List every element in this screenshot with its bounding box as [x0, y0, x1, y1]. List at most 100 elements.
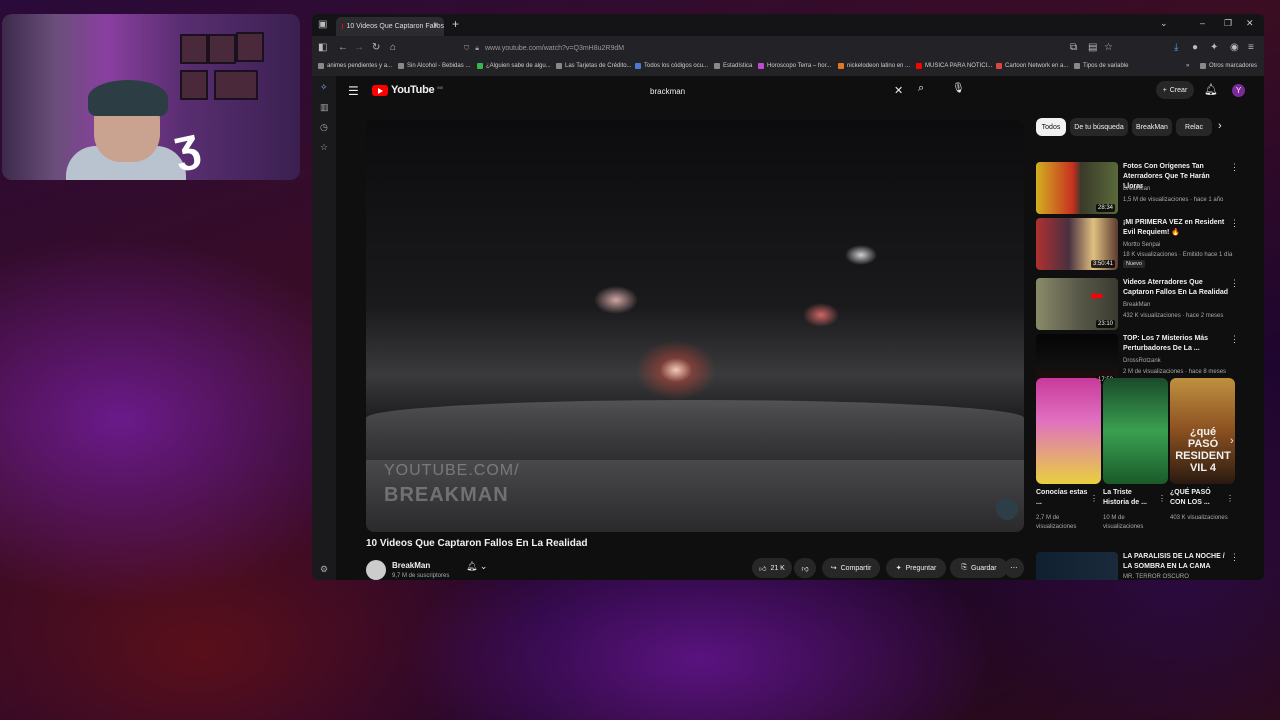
chevron-right-icon[interactable]: ›	[1218, 120, 1222, 132]
video-meta: 2 M de visualizaciones · hace 8 meses	[1123, 369, 1227, 375]
youtube-logo[interactable]: YouTube MX	[372, 84, 443, 96]
recommended-video[interactable]: LA PARALISIS DE LA NOCHE / LA SOMBRA EN …	[1036, 552, 1236, 580]
bookmark-item[interactable]: Las Tarjetas de Crédito...	[556, 63, 632, 69]
short-overlay-text: ¿qué PASÓ RESIDENT VIL 4	[1175, 426, 1231, 474]
extension-icon[interactable]: ●	[1192, 42, 1198, 53]
short-title: Conocías estas ...	[1036, 489, 1088, 506]
bookmark-item[interactable]: nickelodeon latino en ...	[838, 63, 910, 69]
youtube-play-icon	[372, 84, 388, 96]
tab-list-chevron-icon[interactable]: ⌄	[1160, 18, 1168, 29]
ai-assistant-icon[interactable]: ✧	[320, 82, 328, 93]
bookmark-item[interactable]: MUSICA PARA NOTICI...	[916, 63, 992, 69]
other-bookmarks[interactable]: Otros marcadores	[1200, 63, 1257, 69]
chip-all[interactable]: Todos	[1036, 118, 1066, 136]
sidebar-toggle-icon[interactable]: ◧	[318, 42, 327, 53]
more-options-icon[interactable]: ⋮	[1090, 494, 1098, 503]
site-icon	[1074, 63, 1080, 69]
more-options-icon[interactable]: ⋮	[1226, 494, 1234, 503]
back-icon[interactable]: ←	[338, 42, 348, 53]
wall-frame	[214, 70, 258, 100]
hamburger-menu-icon[interactable]: ☰	[348, 84, 359, 98]
wall-frame	[180, 34, 208, 64]
more-options-icon[interactable]: ⋮	[1230, 334, 1239, 345]
browser-window: ▣ 10 Videos Que Captaron Fallos ✕ + ⌄ – …	[312, 14, 1264, 580]
tab-active[interactable]: 10 Videos Que Captaron Fallos ✕	[336, 17, 444, 36]
microphone-icon[interactable]: 🎙︎	[952, 83, 965, 94]
short-thumbnail[interactable]	[1103, 378, 1168, 484]
ask-button[interactable]: ✦ Preguntar	[886, 558, 946, 578]
more-options-icon[interactable]: ⋮	[1230, 218, 1239, 229]
bookmark-item[interactable]: Cartoon Network en a...	[996, 63, 1068, 69]
like-button[interactable]: 👍︎ 21 K	[752, 558, 792, 578]
close-window-icon[interactable]: ✕	[1246, 18, 1254, 29]
sparkle-icon: ✦	[895, 565, 902, 572]
reader-icon[interactable]: ▤	[1088, 42, 1097, 53]
bookmark-item[interactable]: Tipos de variable	[1074, 63, 1128, 69]
settings-gear-icon[interactable]: ⚙	[320, 564, 328, 575]
search-icon[interactable]: ⌕	[918, 82, 934, 98]
chip-related[interactable]: Relac	[1176, 118, 1212, 136]
dislike-button[interactable]: 👎︎	[794, 558, 816, 578]
chip-from-search[interactable]: De tu búsqueda	[1070, 118, 1128, 136]
restore-icon[interactable]: ❐	[1224, 18, 1232, 29]
forward-icon[interactable]: →	[354, 42, 364, 53]
history-icon[interactable]: ◷	[320, 122, 328, 133]
short-thumbnail[interactable]	[1036, 378, 1101, 484]
share-label: Compartir	[840, 564, 872, 572]
video-channel: BreakMan	[1123, 302, 1151, 308]
close-tab-icon[interactable]: ✕	[432, 21, 439, 30]
bookmark-item[interactable]: animes pendientes y a...	[318, 63, 392, 69]
save-button[interactable]: ⎘ Guardar	[950, 558, 1008, 578]
bookmark-star-icon[interactable]: ☆	[1104, 42, 1113, 53]
reload-icon[interactable]: ↻	[372, 42, 380, 53]
recommended-video[interactable]: 28:34 Fotos Con Orígenes Tan Aterradores…	[1036, 162, 1239, 214]
bookmark-item[interactable]: Todos los códigos ocu...	[635, 63, 708, 69]
youtube-header: ☰ YouTube MX brackman ✕ ⌕ 🎙︎ + Crear 🔔︎ Y	[336, 76, 1264, 106]
address-bar[interactable]: ⛉ 🔒︎ www.youtube.com/watch?v=Q3mH8u2R9dM	[460, 40, 1100, 57]
bookmarks-icon[interactable]: ☆	[320, 142, 328, 153]
clear-search-icon[interactable]: ✕	[894, 84, 903, 97]
bookmark-item[interactable]: Estadística	[714, 63, 752, 69]
country-code: MX	[437, 84, 444, 90]
lock-icon[interactable]: 🔒︎	[475, 45, 479, 53]
create-button[interactable]: + Crear	[1156, 81, 1194, 99]
notifications-bell-icon[interactable]: 🔔︎	[1204, 83, 1218, 96]
home-icon[interactable]: ⌂	[390, 42, 396, 53]
share-button[interactable]: ↪ Compartir	[822, 558, 880, 578]
download-icon[interactable]: ⤓	[1174, 42, 1178, 53]
subscription-bell-icon[interactable]: 🔔︎ ⌄	[466, 561, 487, 572]
search-input[interactable]: brackman	[644, 81, 910, 101]
more-options-icon[interactable]: ⋮	[1230, 552, 1236, 563]
new-tab-icon[interactable]: +	[452, 17, 459, 31]
wall-frame	[208, 34, 236, 64]
bookmark-item[interactable]: Sin Alcohol - Bebidas ...	[398, 63, 470, 69]
bookmarks-overflow-icon[interactable]: »	[1186, 63, 1189, 69]
more-actions-button[interactable]: ⋯	[1004, 558, 1024, 578]
bookmark-icon: ⎘	[961, 564, 967, 571]
short-thumbnail[interactable]: ¿qué PASÓ RESIDENT VIL 4	[1170, 378, 1235, 484]
more-options-icon[interactable]: ⋮	[1158, 494, 1166, 503]
recommended-video[interactable]: 3:50:41 ¡MI PRIMERA VEZ en Resident Evil…	[1036, 218, 1239, 270]
channel-name[interactable]: BreakMan	[392, 561, 430, 570]
profile-icon[interactable]: ◉	[1230, 42, 1239, 53]
chevron-right-icon[interactable]: ›	[1230, 435, 1234, 447]
more-options-icon[interactable]: ⋮	[1230, 278, 1239, 289]
extensions-puzzle-icon[interactable]: ✦	[1210, 42, 1218, 53]
video-player[interactable]: YOUTUBE.COM/ BREAKMAN	[366, 120, 1024, 532]
channel-watermark-icon[interactable]	[996, 498, 1018, 520]
video-duration: 23:10	[1095, 320, 1115, 328]
screenshot-icon[interactable]: ⧉	[1070, 42, 1077, 53]
reading-list-icon[interactable]: ▥	[320, 102, 329, 113]
channel-avatar[interactable]	[366, 560, 386, 580]
shield-icon[interactable]: ⛉	[464, 45, 469, 53]
chip-breakman[interactable]: BreakMan	[1132, 118, 1172, 136]
account-avatar[interactable]: Y	[1232, 84, 1245, 97]
menu-icon[interactable]: ≡	[1248, 42, 1254, 53]
red-arrow-icon: ⬅	[1090, 288, 1104, 305]
bookmark-item[interactable]: ¿Alguien sabe de algu...	[477, 63, 551, 69]
minimize-icon[interactable]: –	[1200, 18, 1205, 28]
recommended-video[interactable]: ⬅ 23:10 Videos Aterradores Que Captaron …	[1036, 278, 1239, 330]
tab-overview-icon[interactable]: ▣	[318, 19, 327, 30]
more-options-icon[interactable]: ⋮	[1230, 162, 1239, 173]
bookmark-item[interactable]: Horoscopo Terra – hor...	[758, 63, 831, 69]
